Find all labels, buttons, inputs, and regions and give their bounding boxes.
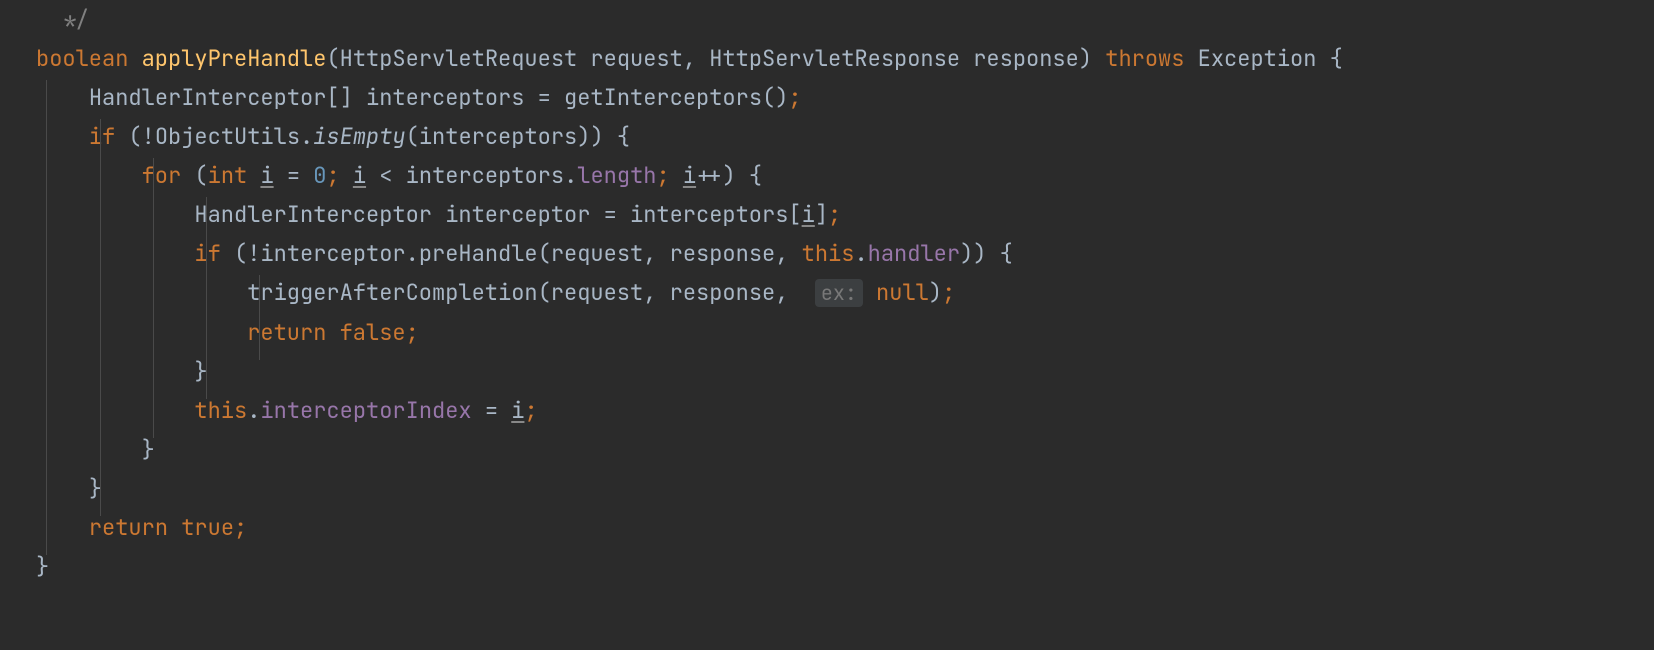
- r5: ]: [815, 200, 828, 229]
- code-block[interactable]: */ boolean applyPreHandle(HttpServletReq…: [0, 0, 1654, 586]
- kw-true: true: [181, 513, 234, 542]
- l7b: ): [929, 278, 942, 307]
- kw-this: this: [802, 239, 855, 268]
- kw-this-2: this: [194, 396, 247, 425]
- comma3: ,: [775, 239, 801, 268]
- comma4: ,: [643, 278, 669, 307]
- comment-end: */: [62, 5, 88, 34]
- indent-guide: [100, 119, 101, 516]
- kw-for: for: [142, 161, 182, 190]
- indent-guide: [259, 275, 260, 360]
- semi: ;: [788, 83, 801, 112]
- line-2: HandlerInterceptor[] interceptors = getI…: [89, 83, 789, 112]
- l3b: (interceptors)) {: [406, 122, 630, 151]
- num-0: 0: [313, 161, 326, 190]
- f-handler: handler: [868, 239, 960, 268]
- l7resp: response: [670, 278, 776, 307]
- var-i-1: i: [260, 161, 273, 190]
- semi7: ;: [524, 396, 537, 425]
- param-hint: ex:: [815, 279, 863, 307]
- l6b: response: [670, 239, 776, 268]
- comma2: ,: [643, 239, 669, 268]
- semi8: ;: [234, 513, 247, 542]
- eq2: =: [472, 396, 512, 425]
- l4c: ++) {: [696, 161, 762, 190]
- kw-throws: throws: [1105, 44, 1184, 73]
- kw-if-2: if: [194, 239, 220, 268]
- var-i-3: i: [683, 161, 696, 190]
- var-i-4: i: [802, 200, 815, 229]
- kw-return-2: return: [89, 513, 168, 542]
- exception: Exception {: [1184, 44, 1342, 73]
- l4a: (: [181, 161, 207, 190]
- semi4: ;: [828, 200, 841, 229]
- dot: .: [854, 239, 867, 268]
- l7a: triggerAfterCompletion(request: [247, 278, 643, 307]
- l5: HandlerInterceptor interceptor = interce…: [194, 200, 801, 229]
- eq: =: [274, 161, 314, 190]
- var-i-5: i: [511, 396, 524, 425]
- kw-null: null: [876, 278, 929, 307]
- kw-int: int: [208, 161, 248, 190]
- l6c: )) {: [960, 239, 1013, 268]
- dot2: .: [247, 396, 260, 425]
- sp: [247, 161, 260, 190]
- code-editor[interactable]: */ boolean applyPreHandle(HttpServletReq…: [0, 0, 1654, 586]
- indent-guide: [206, 197, 207, 399]
- comma: ,: [683, 44, 709, 73]
- kw-if: if: [89, 122, 115, 151]
- method-name: applyPreHandle: [142, 44, 327, 73]
- l4b: < interceptors.: [366, 161, 577, 190]
- semi3: ;: [656, 161, 669, 190]
- comma5: ,: [775, 278, 801, 307]
- l3a: (!ObjectUtils.: [115, 122, 313, 151]
- f-length: length: [577, 161, 656, 190]
- kw-false: false: [340, 318, 406, 347]
- brace-close-2: }: [142, 435, 155, 464]
- l6a: (!interceptor.preHandle(request: [221, 239, 643, 268]
- brace-close-4: }: [36, 552, 49, 581]
- indent-guide: [153, 158, 154, 438]
- params-2: HttpServletResponse response): [709, 44, 1105, 73]
- semi5: ;: [942, 278, 955, 307]
- semi2: ;: [326, 161, 339, 190]
- f-interceptor-index: interceptorIndex: [260, 396, 471, 425]
- indent-guide: [46, 80, 47, 555]
- kw-boolean: boolean: [36, 44, 128, 73]
- m-isempty: isEmpty: [313, 122, 405, 151]
- var-i-2: i: [353, 161, 366, 190]
- semi6: ;: [406, 318, 419, 347]
- params-1: (HttpServletRequest request: [326, 44, 682, 73]
